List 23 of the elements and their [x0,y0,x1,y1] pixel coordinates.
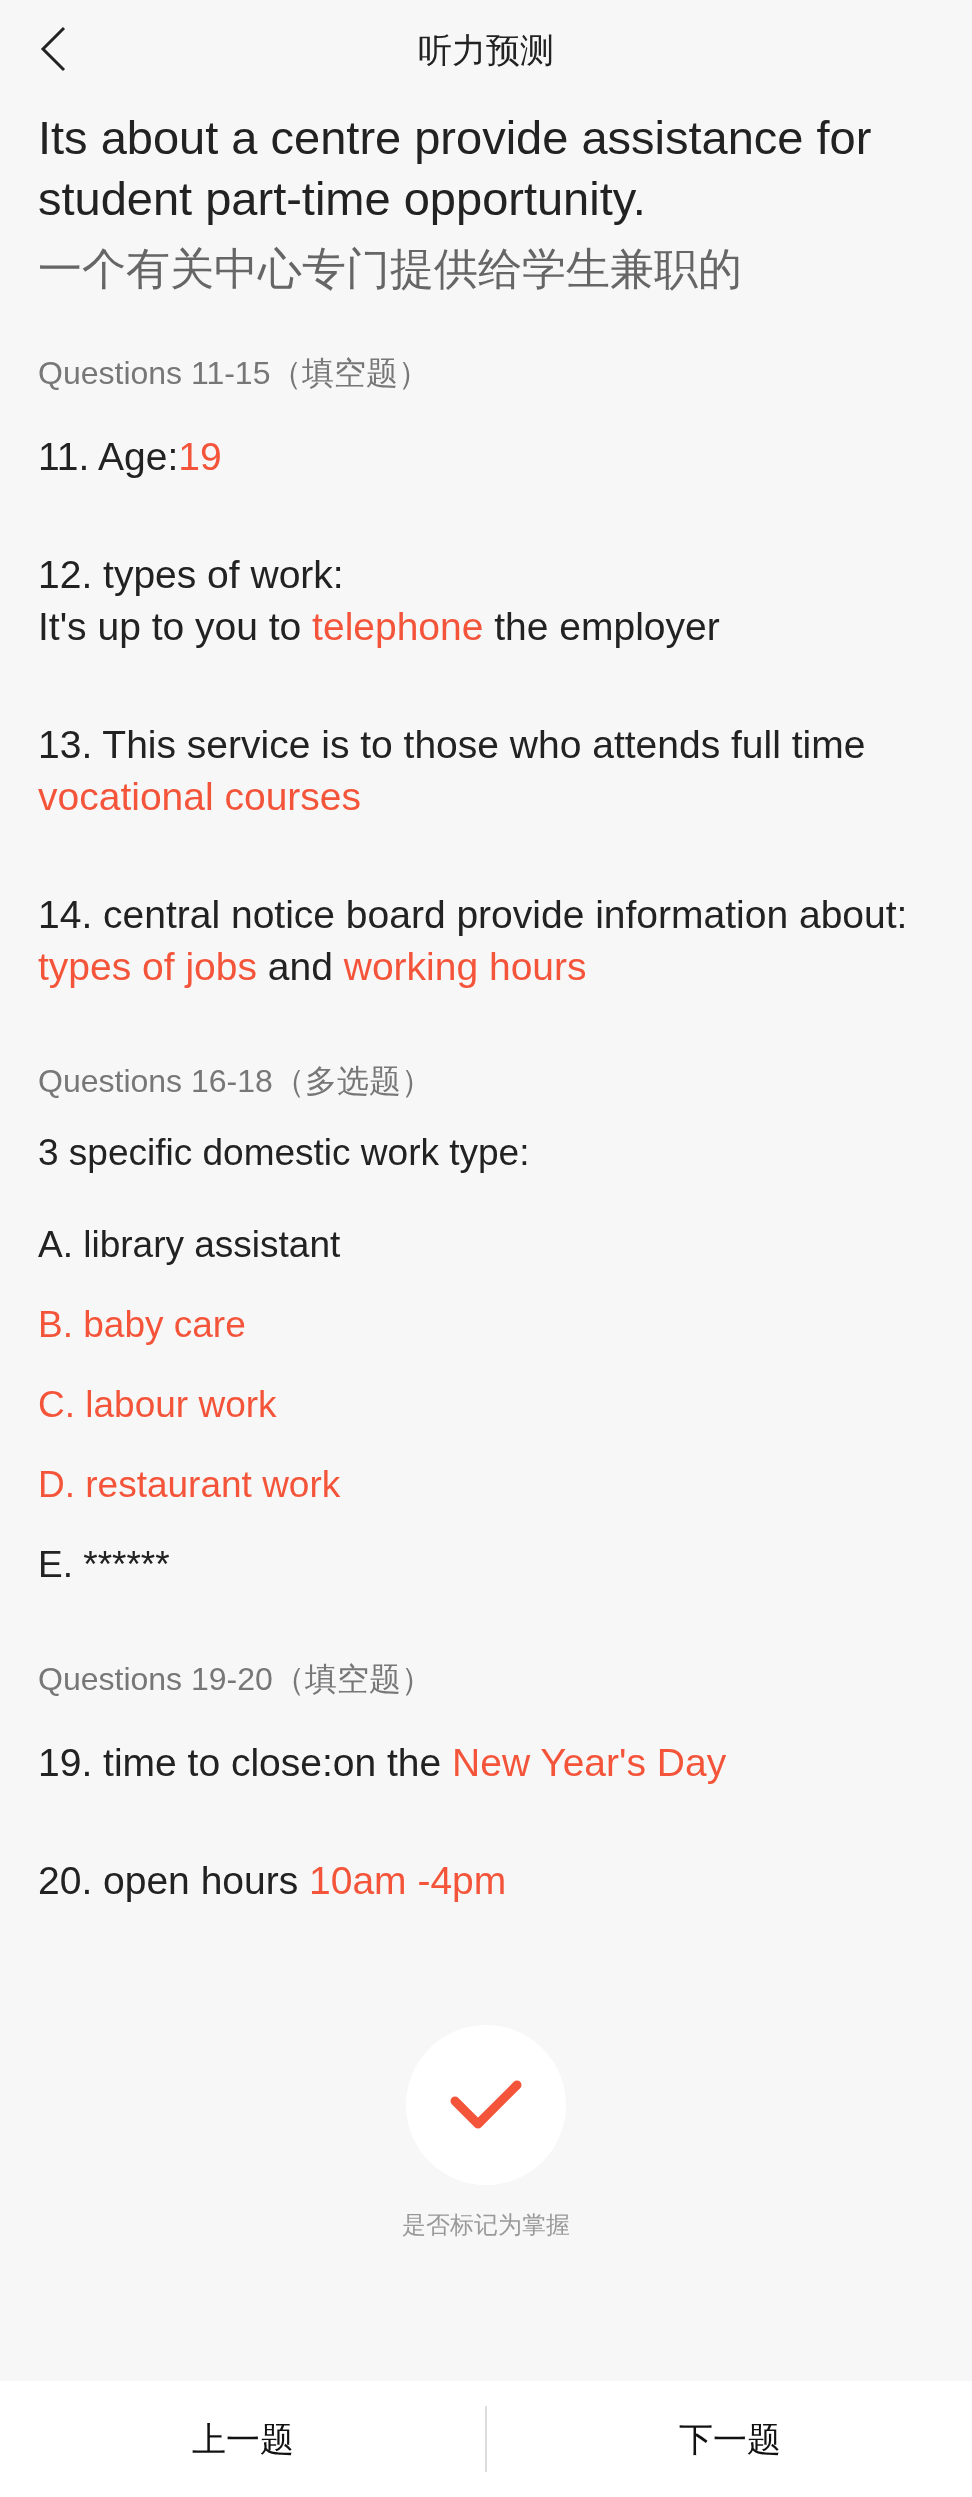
topic-translation: 一个有关中心专门提供给学生兼职的 [38,243,743,295]
answer-option: B. baby care [38,1299,934,1351]
section-heading: Questions 19-20（填空题） [38,1660,434,1699]
previous-button[interactable]: 上一题 [175,2413,310,2465]
section-heading: Questions 16-18（多选题） [38,1062,434,1101]
question-text: 14. central notice board provide information about: types of jobs and working hours [38,892,909,990]
mastered-label: 是否标记为掌握 [402,2210,570,2240]
back-icon[interactable] [40,26,66,72]
check-icon [449,2079,523,2131]
page-title: 听力预测 [418,29,554,71]
answer-option: A. library assistant [38,1219,934,1271]
answer-option: C. labour work [38,1379,934,1431]
section-heading: Questions 11-15（填空题） [38,354,432,393]
answer-option: D. restaurant work [38,1459,934,1511]
question-text: 19. time to close:on the New Year's Day [38,1740,728,1786]
question-text: 11. Age:19 [38,434,223,480]
next-button[interactable]: 下一题 [662,2413,797,2465]
question-text: 20. open hours 10am -4pm [38,1858,508,1904]
answer-option: E. ****** [38,1539,934,1591]
question-text: 3 specific domestic work type: [38,1131,531,1175]
question-text: 13. This service is to those who attends full time vocational courses [38,722,867,820]
question-text: 12. types of work: It's up to you to telephone the employer [38,552,721,650]
topic-text: Its about a centre provide assistance for student part-time opportunity. [38,110,873,227]
